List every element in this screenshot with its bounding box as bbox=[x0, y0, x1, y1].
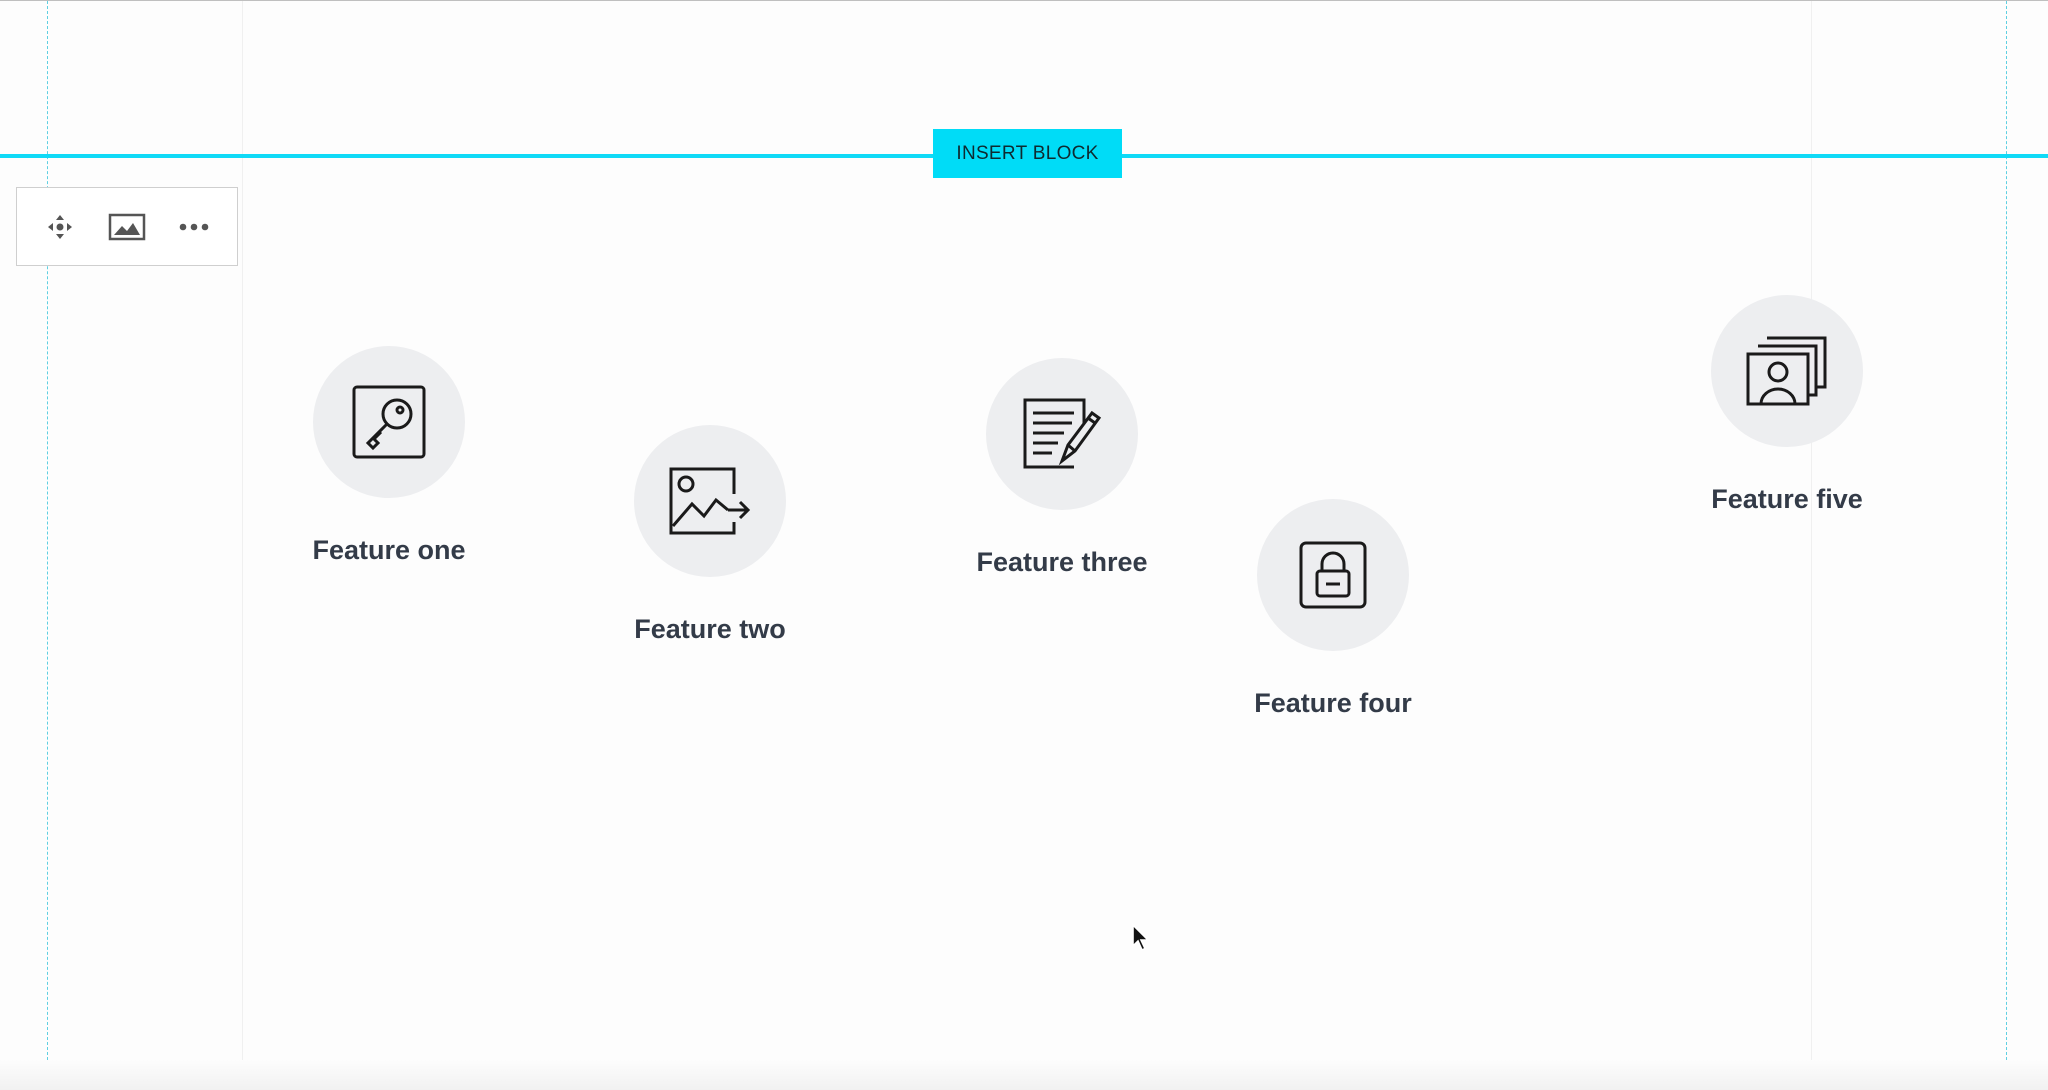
feature-item[interactable]: Feature five bbox=[1667, 295, 1907, 515]
mouse-cursor-icon bbox=[1132, 923, 1150, 952]
move-handle-button[interactable] bbox=[35, 202, 85, 252]
insert-block-button[interactable]: INSERT BLOCK bbox=[933, 129, 1122, 178]
more-icon bbox=[179, 223, 208, 230]
feature-icon-circle bbox=[634, 425, 786, 577]
editor-canvas: INSERT BLOCK Feature one Feature two Fea… bbox=[0, 0, 2048, 1090]
feature-label: Feature two bbox=[634, 614, 786, 644]
key-icon bbox=[352, 385, 426, 459]
left-margin-guide bbox=[47, 1, 48, 1090]
lock-icon bbox=[1299, 541, 1367, 609]
column-guide bbox=[242, 1, 243, 1090]
more-options-button[interactable] bbox=[169, 202, 219, 252]
move-icon bbox=[48, 214, 73, 239]
bottom-shadow bbox=[0, 1060, 2048, 1090]
feature-label: Feature one bbox=[312, 535, 466, 565]
feature-icon-circle bbox=[1711, 295, 1863, 447]
image-export-icon bbox=[669, 467, 751, 535]
image-icon bbox=[108, 213, 146, 240]
feature-icon-circle bbox=[986, 358, 1138, 510]
feature-icon-circle bbox=[1257, 499, 1409, 651]
feature-icon-circle bbox=[313, 346, 465, 498]
feature-label: Feature four bbox=[1254, 688, 1412, 718]
change-image-button[interactable] bbox=[102, 202, 152, 252]
feature-item[interactable]: Feature two bbox=[590, 425, 830, 645]
column-guide bbox=[1811, 1, 1812, 1090]
edit-document-icon bbox=[1023, 398, 1102, 469]
feature-item[interactable]: Feature four bbox=[1213, 499, 1453, 719]
feature-label: Feature three bbox=[976, 547, 1148, 577]
user-cards-icon bbox=[1746, 336, 1827, 406]
right-margin-guide bbox=[2006, 1, 2007, 1090]
block-toolbar bbox=[16, 187, 238, 266]
feature-item[interactable]: Feature three bbox=[942, 358, 1182, 578]
feature-item[interactable]: Feature one bbox=[269, 346, 509, 566]
feature-label: Feature five bbox=[1711, 484, 1863, 514]
